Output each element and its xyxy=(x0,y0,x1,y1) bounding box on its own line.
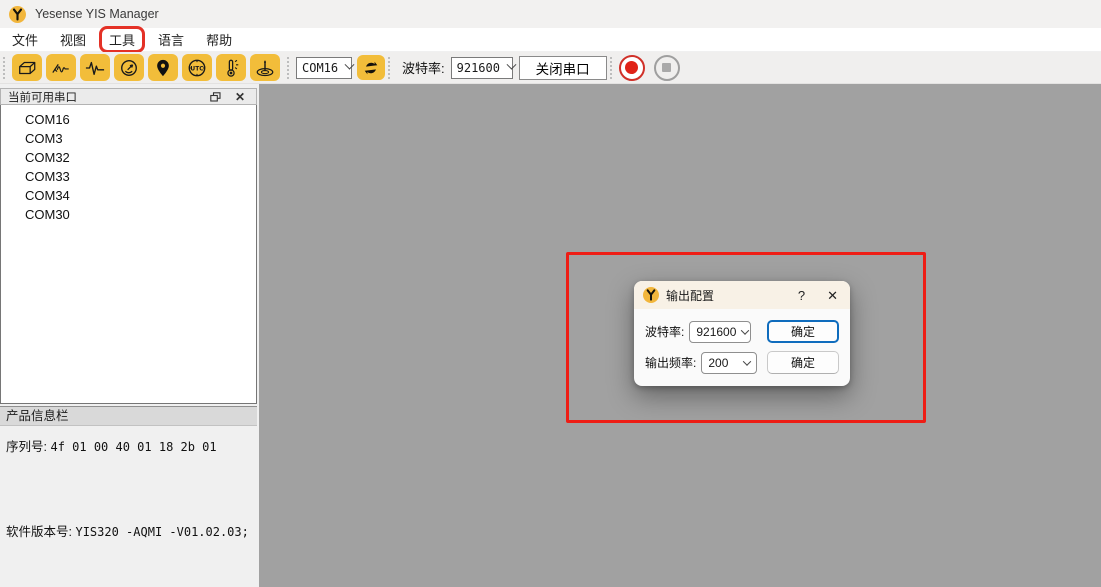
dock-header: 当前可用串口 ✕ xyxy=(0,88,257,105)
location-button[interactable] xyxy=(148,54,178,81)
dialog-body: 波特率: 921600 确定 输出频率: 200 确定 xyxy=(634,309,850,386)
list-item-port[interactable]: COM30 xyxy=(1,205,256,224)
output-rate-row: 输出频率: 200 确定 xyxy=(645,351,839,374)
stop-icon xyxy=(662,63,671,72)
baud-select-value: 921600 xyxy=(457,61,500,75)
menubar: 文件 视图 工具 语言 帮助 xyxy=(0,28,1101,51)
dialog-close-button[interactable]: ✕ xyxy=(827,289,838,302)
yesense-logo-icon xyxy=(9,6,26,23)
waveform-icon xyxy=(84,58,106,78)
attitude-button[interactable] xyxy=(250,54,280,81)
output-config-dialog: 输出配置 ? ✕ 波特率: 921600 确定 输出频率: 200 xyxy=(634,281,850,386)
thermometer-icon xyxy=(220,58,242,78)
software-version-line: 软件版本号: YIS320 -AQMI -V01.02.03; xyxy=(6,521,252,540)
yesense-logo-icon xyxy=(643,287,659,303)
gauge-button[interactable] xyxy=(114,54,144,81)
location-pin-icon xyxy=(154,58,172,78)
baud-rate-label: 波特率: xyxy=(645,323,684,340)
record-button[interactable] xyxy=(619,55,645,81)
baud-rate-select[interactable]: 921600 xyxy=(689,321,751,343)
close-serial-port-button[interactable]: 关闭串口 xyxy=(519,56,607,80)
toolbar-port-group: COM16 xyxy=(296,55,385,80)
toolbar-plot-group: UTC xyxy=(12,54,284,81)
toolbar-drag-handle[interactable] xyxy=(3,57,8,79)
toolbar-drag-handle[interactable] xyxy=(287,57,292,79)
list-item-port[interactable]: COM3 xyxy=(1,129,256,148)
software-version-value: YIS320 -AQMI -V01.02.03; xyxy=(75,525,248,539)
waveform-plot-button[interactable] xyxy=(80,54,110,81)
menu-item-language[interactable]: 语言 xyxy=(147,28,195,51)
menu-item-tools[interactable]: 工具 xyxy=(99,26,145,53)
toolbar-drag-handle[interactable] xyxy=(610,57,615,79)
stop-button[interactable] xyxy=(654,55,680,81)
output-rate-select[interactable]: 200 xyxy=(701,352,757,374)
angle-plot-button[interactable] xyxy=(46,54,76,81)
serial-number-line: 序列号: 4f 01 00 40 01 18 2b 01 xyxy=(6,436,252,455)
menu-item-help[interactable]: 帮助 xyxy=(195,28,243,51)
chevron-down-icon xyxy=(743,357,751,365)
product-info-body: 序列号: 4f 01 00 40 01 18 2b 01 软件版本号: YIS3… xyxy=(0,426,258,540)
port-select[interactable]: COM16 xyxy=(296,57,352,79)
chevron-down-icon xyxy=(345,60,355,70)
temperature-button[interactable] xyxy=(216,54,246,81)
close-icon: ✕ xyxy=(827,288,838,303)
output-rate-label: 输出频率: xyxy=(645,354,696,371)
refresh-ports-button[interactable] xyxy=(357,55,385,80)
list-item-port[interactable]: COM33 xyxy=(1,167,256,186)
close-panel-button[interactable]: ✕ xyxy=(231,90,249,104)
dock-title: 当前可用串口 xyxy=(8,89,77,105)
svg-text:UTC: UTC xyxy=(190,66,203,72)
window-title: Yesense YIS Manager xyxy=(35,7,159,21)
serial-number-value: 4f 01 00 40 01 18 2b 01 xyxy=(50,440,216,454)
serial-port-dock: 当前可用串口 ✕ COM16 COM3 COM32 COM33 COM34 CO… xyxy=(0,88,258,587)
close-icon: ✕ xyxy=(235,90,245,104)
output-rate-value: 200 xyxy=(708,356,728,370)
utc-time-button[interactable]: UTC xyxy=(182,54,212,81)
list-item-port[interactable]: COM16 xyxy=(1,110,256,129)
dialog-title: 输出配置 xyxy=(666,287,714,304)
confirm-baud-button[interactable]: 确定 xyxy=(767,320,839,343)
record-icon xyxy=(625,61,638,74)
baud-rate-label: 波特率: xyxy=(402,58,445,77)
software-version-label: 软件版本号: xyxy=(6,525,72,539)
toolbar-drag-handle[interactable] xyxy=(388,57,393,79)
menu-item-view[interactable]: 视图 xyxy=(49,28,97,51)
serial-number-label: 序列号: xyxy=(6,440,47,454)
attitude-icon xyxy=(254,58,276,78)
baud-rate-value: 921600 xyxy=(696,325,736,339)
port-list: COM16 COM3 COM32 COM33 COM34 COM30 xyxy=(0,105,257,404)
window-titlebar: Yesense YIS Manager xyxy=(0,0,1101,28)
list-item-port[interactable]: COM32 xyxy=(1,148,256,167)
refresh-icon xyxy=(362,59,380,77)
gauge-icon xyxy=(118,58,140,78)
3d-view-button[interactable] xyxy=(12,54,42,81)
utc-clock-icon: UTC xyxy=(186,58,208,78)
list-item-port[interactable]: COM34 xyxy=(1,186,256,205)
cube-icon xyxy=(16,58,38,78)
baud-select[interactable]: 921600 xyxy=(451,57,513,79)
toolbar: UTC COM16 xyxy=(0,52,1101,84)
chevron-down-icon xyxy=(741,326,749,334)
menu-item-file[interactable]: 文件 xyxy=(1,28,49,51)
baud-rate-row: 波特率: 921600 确定 xyxy=(645,320,839,343)
port-select-value: COM16 xyxy=(302,61,338,75)
dialog-help-button[interactable]: ? xyxy=(796,288,807,303)
toolbar-baud-group: 波特率: 921600 关闭串口 xyxy=(397,56,607,80)
main-content-area: 输出配置 ? ✕ 波特率: 921600 确定 输出频率: 200 xyxy=(259,84,1101,587)
toolbar-record-group xyxy=(619,55,680,81)
float-panel-icon xyxy=(210,92,221,102)
angle-wave-icon xyxy=(50,58,72,78)
chevron-down-icon xyxy=(507,60,517,70)
float-panel-button[interactable] xyxy=(206,92,225,102)
product-info-header: 产品信息栏 xyxy=(0,406,257,426)
confirm-rate-button[interactable]: 确定 xyxy=(767,351,839,374)
dialog-titlebar: 输出配置 ? ✕ xyxy=(634,281,850,309)
